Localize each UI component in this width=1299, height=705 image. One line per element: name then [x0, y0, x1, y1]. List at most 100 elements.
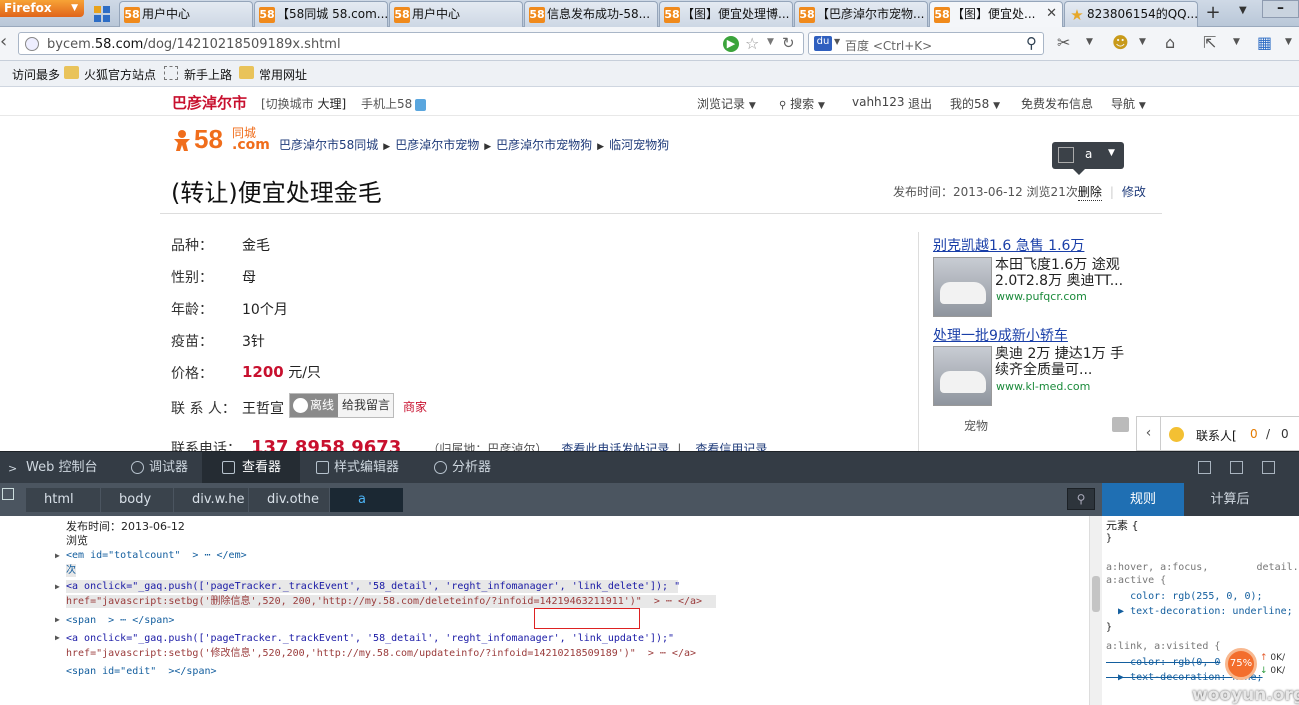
inspector-search-icon[interactable]: ⚲	[1067, 488, 1095, 510]
switch-city-link[interactable]: [切换城市 大理]	[261, 95, 346, 112]
rule-selector[interactable]: a:link, a:visited {	[1106, 640, 1220, 653]
tab-rules[interactable]: 规则	[1102, 483, 1184, 516]
crumb-div-w-he[interactable]: div.w.he	[174, 488, 248, 512]
logout-link[interactable]: 退出	[908, 95, 932, 112]
tab-computed[interactable]: 计算后	[1185, 483, 1275, 516]
markup-line[interactable]: <a onclick="_gaq.push(['pageTracker._tra…	[66, 632, 674, 645]
responsive-design-icon[interactable]	[1230, 461, 1243, 474]
rule-property-overridden[interactable]: color: rgb(0, 0	[1106, 656, 1220, 669]
screenshot-icon[interactable]: ✂	[1057, 33, 1070, 52]
browser-tab[interactable]: 58 信息发布成功-58...	[524, 1, 658, 27]
delete-link[interactable]: 删除	[1077, 185, 1102, 201]
chevron-down-icon[interactable]: ▼	[1233, 37, 1240, 47]
ad-title-link[interactable]: 别克凯越1.6 急售 1.6万	[933, 235, 1084, 255]
url-bar[interactable]: bycem.58.com/dog/14210218509189x.shtml ▶…	[18, 32, 804, 55]
leave-message-button[interactable]: 给我留言	[342, 394, 390, 417]
tab-inspector[interactable]: 查看器	[202, 452, 300, 484]
my58-menu[interactable]: 我的58 ▼	[950, 95, 1000, 112]
expand-twisty-icon[interactable]: ▶	[55, 633, 60, 642]
bookmark-most-visited[interactable]: 访问最多	[0, 66, 60, 83]
chevron-down-icon[interactable]: ▼	[834, 37, 840, 46]
ad-car-image[interactable]	[933, 346, 992, 406]
chevron-left-icon[interactable]: ‹	[1137, 417, 1161, 451]
markup-scrollbar[interactable]	[1089, 516, 1102, 705]
free-post-link[interactable]: 免费发布信息	[1021, 95, 1093, 112]
navigation-menu[interactable]: 导航 ▼	[1111, 95, 1146, 112]
pet-category-label[interactable]: 宠物	[964, 417, 988, 434]
bookmark-getting-started[interactable]: 新手上路	[164, 66, 232, 83]
ad-title-link[interactable]: 处理一批9成新小轿车	[933, 325, 1068, 345]
browser-tab[interactable]: 58 【58同城 58.com...	[254, 1, 388, 27]
markup-line-selected[interactable]: <a onclick="_gaq.push(['pageTracker._tra…	[66, 580, 680, 593]
tab-profiler[interactable]: 分析器	[430, 452, 491, 484]
mobile-58-link[interactable]: 手机上58	[361, 95, 427, 112]
dock-icon[interactable]	[1262, 461, 1275, 474]
site-identity-icon[interactable]	[25, 37, 39, 51]
browser-tab[interactable]: 58 用户中心	[119, 1, 253, 27]
browse-history-menu[interactable]: 浏览记录 ▼	[697, 95, 756, 112]
go-icon[interactable]: ▶	[723, 36, 739, 52]
memory-usage-ring[interactable]: 75%	[1225, 648, 1257, 680]
crumb-html[interactable]: html	[26, 488, 100, 512]
chevron-down-icon[interactable]: ▼	[1086, 37, 1093, 47]
feedback-icon[interactable]	[1112, 417, 1129, 432]
crumb-body[interactable]: body	[101, 488, 173, 512]
breadcrumb-item[interactable]: 临河宠物狗	[609, 138, 669, 152]
browser-tab[interactable]: 58 【巴彦淖尔市宠物...	[794, 1, 928, 27]
bookmark-star-icon[interactable]: ☆	[745, 34, 759, 53]
inspector-node-popup[interactable]: a ▼	[1052, 142, 1124, 175]
ad-description[interactable]: 奥迪 2万 捷达1万 手续齐全质量可...	[995, 346, 1125, 378]
new-tab-button[interactable]: +	[1200, 3, 1226, 25]
browser-tab[interactable]: ★ 823806154的QQ...	[1064, 1, 1198, 27]
crumb-div-othe[interactable]: div.othe	[249, 488, 329, 512]
expand-twisty-icon[interactable]: ▶	[55, 582, 60, 591]
expand-twisty-icon[interactable]: ▶	[55, 551, 60, 560]
minimize-window-button[interactable]: –	[1262, 0, 1299, 18]
crumb-a-selected[interactable]: a	[330, 488, 403, 512]
rule-selector[interactable]: a:active {	[1106, 574, 1166, 587]
markup-line[interactable]: 浏览	[66, 534, 88, 547]
tab-web-console[interactable]: > Web 控制台	[4, 452, 97, 484]
history-dropdown-icon[interactable]: ▼	[767, 37, 774, 47]
tab-style-editor[interactable]: 样式编辑器	[312, 452, 399, 484]
site-logo[interactable]: 58 同城 .com	[172, 124, 270, 156]
browser-tab[interactable]: 58 用户中心	[389, 1, 523, 27]
markup-line[interactable]: <span id="edit" ></span>	[66, 665, 217, 678]
tab-groups-icon[interactable]	[94, 6, 110, 22]
browser-tab[interactable]: 58 【图】便宜处理博...	[659, 1, 793, 27]
breadcrumb-item[interactable]: 巴彦淖尔市58同城	[279, 138, 378, 152]
chevron-down-icon[interactable]: ▼	[1139, 37, 1146, 47]
markup-view[interactable]: 发布时间：2013-06-12 浏览 ▶ <em id="totalcount"…	[0, 516, 1089, 705]
addon-icon[interactable]: ☻	[1112, 33, 1129, 52]
bookmark-firefox-site[interactable]: 火狐官方站点	[64, 66, 156, 83]
reload-icon[interactable]: ↻	[782, 34, 795, 52]
list-tabs-icon[interactable]: ▼	[1239, 5, 1247, 16]
markup-line-selected[interactable]: href="javascript:setbg('删除信息',520, 200,'…	[66, 595, 716, 608]
ad-description[interactable]: 本田飞度1.6万 途观2.0T2.8万 奥迪TT...	[995, 257, 1125, 289]
phone-history-link[interactable]: 查看此电话发帖记录	[561, 442, 669, 451]
element-picker-icon[interactable]	[1058, 147, 1074, 163]
expand-twisty-icon[interactable]: ▶	[55, 615, 60, 624]
bookmark-common-sites[interactable]: 常用网址	[239, 66, 307, 83]
chat-status-widget[interactable]: 离线 给我留言	[289, 393, 394, 418]
breadcrumb-item[interactable]: 巴彦淖尔市宠物	[395, 138, 479, 152]
markup-line[interactable]: <span > ⋯ </span>	[66, 614, 174, 627]
downloads-icon[interactable]: ⇱	[1203, 33, 1216, 52]
ad-url[interactable]: www.kl-med.com	[996, 380, 1090, 393]
chevron-down-icon[interactable]: ▼	[1285, 37, 1292, 47]
rule-property[interactable]: ▶ text-decoration: underline;	[1106, 605, 1293, 618]
firefox-menu-button[interactable]: Firefox ▼	[0, 0, 84, 17]
edit-link[interactable]: 修改	[1122, 185, 1146, 199]
tab-debugger[interactable]: 调试器	[127, 452, 188, 484]
contacts-widget[interactable]: ‹ 联系人[ 0 / 0	[1136, 416, 1299, 451]
markup-line[interactable]: <em id="totalcount" > ⋯ </em>	[66, 549, 247, 562]
node-picker-button[interactable]	[0, 488, 18, 512]
markup-line[interactable]: 次	[66, 564, 76, 577]
credit-record-link[interactable]: 查看信用记录	[695, 442, 767, 451]
baidu-paw-icon[interactable]: du	[814, 36, 832, 51]
back-icon[interactable]: ‹	[0, 31, 7, 52]
3d-view-icon[interactable]	[1198, 461, 1211, 474]
breadcrumb-item[interactable]: 巴彦淖尔市宠物狗	[496, 138, 592, 152]
ad-url[interactable]: www.pufqcr.com	[996, 290, 1087, 303]
markup-line[interactable]: href="javascript:setbg('修改信息',520,200,'h…	[66, 647, 696, 660]
